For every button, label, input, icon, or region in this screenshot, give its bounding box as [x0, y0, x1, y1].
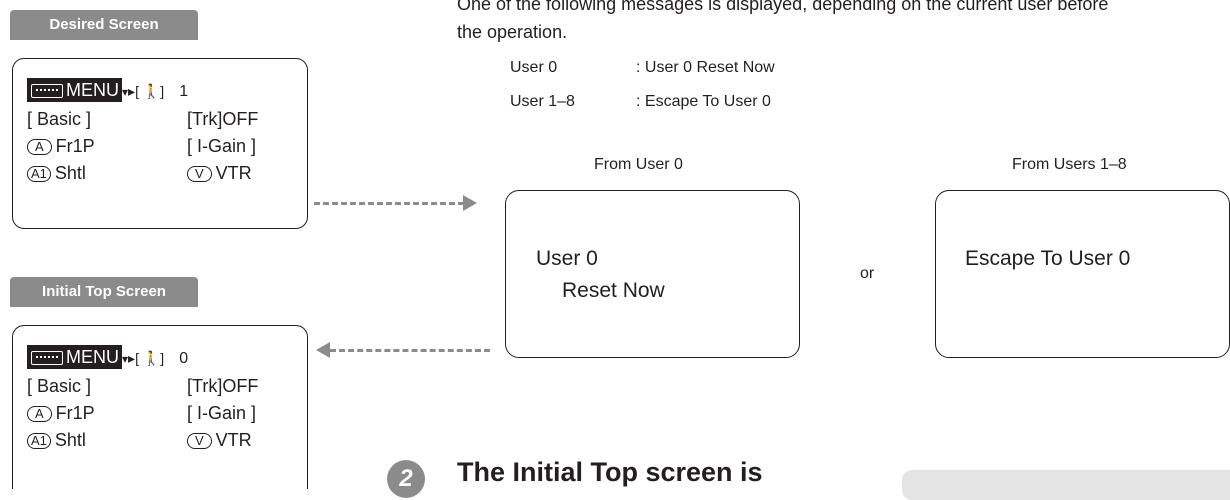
user-number: 0 [179, 350, 189, 367]
person-bracket: [ 🚶] [135, 83, 165, 99]
user-0-label: User 0 [510, 59, 558, 76]
menu-label: MENU [66, 347, 119, 367]
message-line2: Reset Now [562, 279, 665, 302]
menu-badge: MENU [27, 345, 122, 369]
user-0-message: : User 0 Reset Now [636, 59, 775, 76]
fr1p-label: Fr1P [55, 136, 95, 156]
message-line1: User 0 [536, 247, 598, 270]
from-users18-caption: From Users 1–8 [1012, 156, 1127, 173]
keyboard-icon [31, 351, 63, 366]
basic-label: [ Basic ] [27, 109, 92, 129]
trk-label: [Trk]OFF [187, 109, 259, 129]
desired-screen-panel: MENU ▾▸[ 🚶] 1 [ Basic ] [Trk]OFF A Fr1P [ … [12, 58, 308, 229]
menu-label: MENU [66, 80, 119, 100]
key-a-icon: A [27, 139, 52, 156]
vtr-label: VTR [215, 163, 252, 183]
initial-row1: MENU ▾▸[ 🚶] 0 [27, 345, 188, 369]
menu-badge: MENU [27, 78, 122, 102]
initial-screen-panel: MENU ▾▸[ 🚶] 0 [ Basic ] [Trk]OFF A Fr1P [ … [12, 325, 308, 489]
shtl-label: Shtl [54, 163, 86, 183]
pointer-icon: ▸ [128, 350, 136, 366]
vtr-group: V VTR [187, 161, 252, 185]
arrow-to-initial [330, 349, 490, 352]
trk-label: [Trk]OFF [187, 376, 259, 396]
arrow-to-messages [314, 202, 464, 205]
basic-label: [ Basic ] [27, 376, 92, 396]
igain-label: [ I-Gain ] [187, 403, 257, 423]
initial-row3: A Fr1P [ I-Gain ] [27, 401, 256, 425]
fr1p-label: Fr1P [55, 403, 95, 423]
message-box-user0: User 0 Reset Now [505, 190, 800, 358]
vtr-label: VTR [215, 430, 252, 450]
user-1-8-message: : Escape To User 0 [636, 93, 771, 110]
key-v-icon: V [187, 166, 212, 183]
key-a1-icon: A1 [27, 433, 51, 450]
desired-row2: [ Basic ] [Trk]OFF [27, 107, 258, 131]
keyboard-icon [31, 84, 63, 99]
step-heading: The Initial Top screen is [457, 457, 763, 487]
desired-row1: MENU ▾▸[ 🚶] 1 [27, 78, 188, 102]
message-box-users18: Escape To User 0 [935, 190, 1230, 358]
or-label: or [860, 265, 875, 282]
igain-label: [ I-Gain ] [187, 136, 257, 156]
person-bracket: [ 🚶] [135, 350, 165, 366]
shtl-label: Shtl [54, 430, 86, 450]
from-user0-caption: From User 0 [594, 156, 683, 173]
vtr-group: V VTR [187, 428, 252, 452]
desired-row3: A Fr1P [ I-Gain ] [27, 134, 256, 158]
user-1-8-label: User 1–8 [510, 93, 575, 110]
arrow-head-left-icon [316, 342, 330, 358]
desired-row4: A1 Shtl V VTR [27, 161, 252, 185]
key-a1-icon: A1 [27, 166, 51, 183]
callout-bar [902, 470, 1230, 500]
key-a-icon: A [27, 406, 52, 423]
intro-text-line1: One of the following messages is display… [457, 0, 1109, 14]
initial-screen-tab: Initial Top Screen [10, 277, 198, 307]
step-number-badge: 2 [387, 460, 425, 498]
arrow-head-right-icon [463, 195, 477, 211]
initial-row4: A1 Shtl V VTR [27, 428, 252, 452]
initial-row2: [ Basic ] [Trk]OFF [27, 374, 258, 398]
user-number: 1 [179, 83, 189, 100]
intro-text-line2: the operation. [457, 22, 568, 42]
key-v-icon: V [187, 433, 212, 450]
pointer-icon: ▸ [128, 83, 136, 99]
message-line1: Escape To User 0 [965, 247, 1131, 270]
desired-screen-tab: Desired Screen [10, 10, 198, 40]
